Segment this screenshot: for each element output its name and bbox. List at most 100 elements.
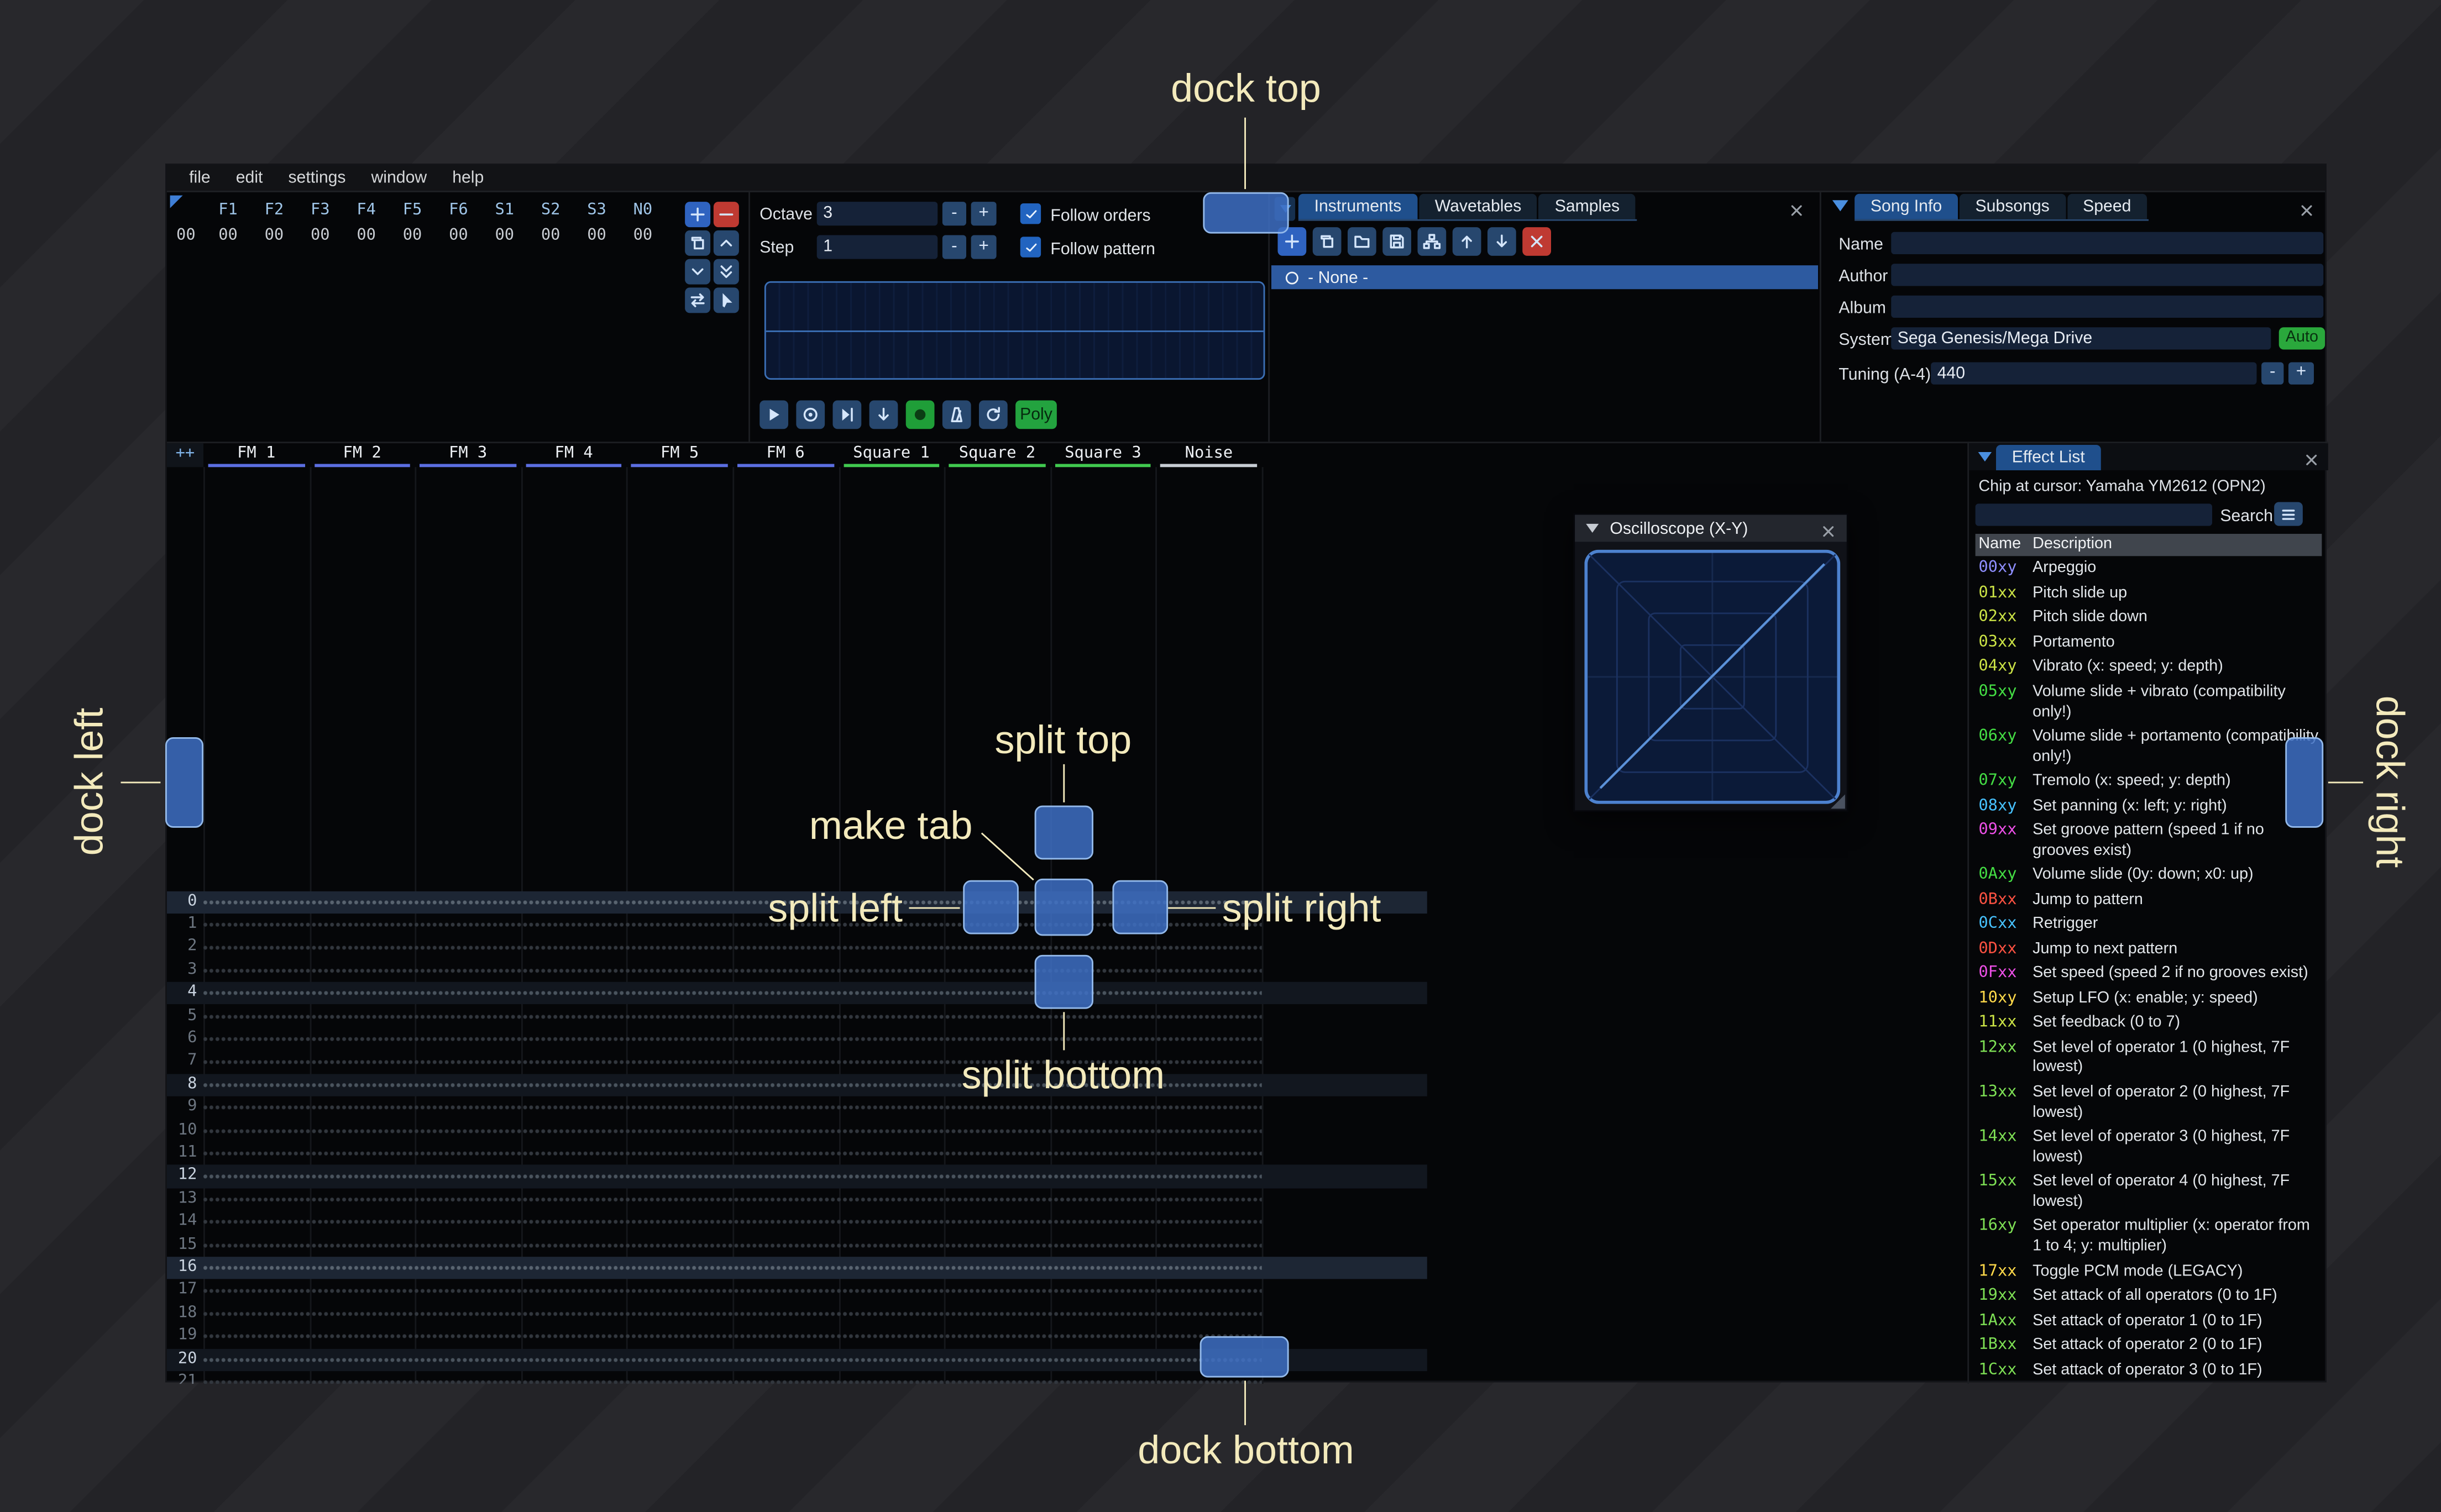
orders-column-header-S1[interactable]: S1 bbox=[481, 202, 527, 219]
menu-item-file[interactable]: file bbox=[176, 165, 223, 192]
effect-list-title-bar[interactable]: Effect List bbox=[1969, 443, 2328, 470]
play-pattern-button[interactable] bbox=[796, 400, 825, 429]
repeat-pattern-button[interactable] bbox=[979, 400, 1008, 429]
tuning-input[interactable]: 440 bbox=[1931, 362, 2257, 385]
octave-minus-button[interactable]: - bbox=[942, 202, 966, 226]
channel-header-noise[interactable]: Noise bbox=[1156, 443, 1261, 468]
delete-instrument-button[interactable] bbox=[1522, 227, 1551, 256]
effect-row-17xx[interactable]: 17xx Toggle PCM mode (LEGACY) bbox=[1969, 1261, 2328, 1285]
collapse-window-icon[interactable] bbox=[1832, 200, 1848, 212]
instrument-folders-button[interactable] bbox=[1417, 227, 1447, 256]
duplicate-order-button[interactable] bbox=[685, 230, 711, 256]
pattern-row[interactable] bbox=[203, 1302, 1262, 1325]
effect-row-02xx[interactable]: 02xx Pitch slide down bbox=[1969, 607, 2328, 632]
octave-plus-button[interactable]: + bbox=[971, 202, 997, 226]
instrument-list-item-none[interactable]: - None - bbox=[1271, 265, 1818, 290]
close-icon[interactable] bbox=[2303, 448, 2322, 468]
effect-row-10xy[interactable]: 10xy Setup LFO (x: enable; y: speed) bbox=[1969, 987, 2328, 1012]
step-input[interactable]: 1 bbox=[816, 235, 938, 259]
pattern-row[interactable] bbox=[203, 1233, 1262, 1257]
menu-item-help[interactable]: help bbox=[439, 165, 496, 192]
effect-row-1Axx[interactable]: 1Axx Set attack of operator 1 (0 to 1F) bbox=[1969, 1310, 2328, 1335]
pattern-row[interactable] bbox=[203, 1371, 1262, 1384]
duplicate-order-end-button[interactable] bbox=[713, 259, 739, 285]
close-icon[interactable] bbox=[1788, 198, 1807, 218]
orders-cell[interactable]: 00 bbox=[481, 227, 527, 245]
pattern-row[interactable] bbox=[203, 1142, 1262, 1166]
orders-cell[interactable]: 00 bbox=[528, 227, 574, 245]
effect-row-0Cxx[interactable]: 0Cxx Retrigger bbox=[1969, 914, 2328, 938]
orders-column-header-F2[interactable]: F2 bbox=[251, 202, 297, 219]
effect-row-06xy[interactable]: 06xy Volume slide + portamento (compatibi… bbox=[1969, 726, 2328, 770]
effect-row-0Fxx[interactable]: 0Fxx Set speed (speed 2 if no grooves exi… bbox=[1969, 963, 2328, 988]
effect-row-03xx[interactable]: 03xx Portamento bbox=[1969, 632, 2328, 657]
poly-button[interactable]: Poly bbox=[1015, 400, 1057, 429]
album-field[interactable] bbox=[1891, 295, 2324, 318]
step-minus-button[interactable]: - bbox=[942, 235, 966, 259]
orders-cell[interactable]: 00 bbox=[251, 227, 297, 245]
orders-column-header-S3[interactable]: S3 bbox=[574, 202, 620, 219]
pattern-options-button[interactable]: ++ bbox=[166, 443, 203, 468]
step-row-button[interactable] bbox=[869, 400, 898, 429]
remove-order-button[interactable] bbox=[713, 202, 739, 228]
menu-item-edit[interactable]: edit bbox=[223, 165, 276, 192]
tab-subsongs[interactable]: Subsongs bbox=[1959, 193, 2066, 219]
step-forward-button[interactable] bbox=[832, 400, 862, 429]
effect-row-00xy[interactable]: 00xy Arpeggio bbox=[1969, 558, 2328, 582]
pattern-row[interactable] bbox=[203, 1256, 1262, 1280]
orders-cell[interactable]: 00 bbox=[620, 227, 666, 245]
channel-header-fm-1[interactable]: FM 1 bbox=[203, 443, 309, 468]
channel-header-fm-2[interactable]: FM 2 bbox=[309, 443, 415, 468]
pattern-row[interactable] bbox=[203, 1027, 1262, 1051]
split-target-right[interactable] bbox=[1112, 880, 1169, 935]
octave-input[interactable]: 3 bbox=[816, 202, 938, 226]
save-instrument-button[interactable] bbox=[1382, 227, 1411, 256]
pattern-row[interactable] bbox=[203, 936, 1262, 959]
dock-target-top[interactable] bbox=[1203, 192, 1289, 234]
step-plus-button[interactable]: + bbox=[971, 235, 997, 259]
pattern-row[interactable] bbox=[203, 1348, 1262, 1371]
move-order-up-button[interactable] bbox=[713, 230, 739, 256]
piano-widget[interactable] bbox=[764, 281, 1265, 380]
orders-value-row[interactable]: 00 00 00 00 00 00 00 00 00 00 00 bbox=[167, 227, 666, 245]
effect-row-16xy[interactable]: 16xy Set operator multiplier (x: operator… bbox=[1969, 1216, 2328, 1261]
orders-column-header-S2[interactable]: S2 bbox=[528, 202, 574, 219]
effect-row-19xx[interactable]: 19xx Set attack of all operators (0 to 1F… bbox=[1969, 1285, 2328, 1310]
make-tab-target[interactable] bbox=[1034, 878, 1093, 936]
effect-row-0Axy[interactable]: 0Axy Volume slide (0y: down; x0: up) bbox=[1969, 864, 2328, 889]
orders-cell[interactable]: 00 bbox=[205, 227, 251, 245]
tuning-minus-button[interactable]: - bbox=[2261, 362, 2284, 385]
channel-header-fm-4[interactable]: FM 4 bbox=[521, 443, 626, 468]
auto-system-button[interactable]: Auto bbox=[2278, 327, 2325, 350]
orders-cell[interactable]: 00 bbox=[389, 227, 435, 245]
tab-effect-list[interactable]: Effect List bbox=[1996, 445, 2101, 470]
orders-column-header-F6[interactable]: F6 bbox=[436, 202, 481, 219]
system-select[interactable]: Sega Genesis/Mega Drive bbox=[1891, 327, 2271, 350]
orders-column-header-F4[interactable]: F4 bbox=[343, 202, 389, 219]
add-order-button[interactable] bbox=[685, 202, 711, 228]
channel-header-square-1[interactable]: Square 1 bbox=[839, 443, 944, 468]
pattern-row[interactable] bbox=[203, 1096, 1262, 1120]
effect-row-15xx[interactable]: 15xx Set level of operator 4 (0 highest, … bbox=[1969, 1171, 2328, 1216]
effect-row-0Bxx[interactable]: 0Bxx Jump to pattern bbox=[1969, 889, 2328, 914]
open-instrument-button[interactable] bbox=[1348, 227, 1376, 256]
tab-speed[interactable]: Speed bbox=[2067, 193, 2147, 219]
effect-row-12xx[interactable]: 12xx Set level of operator 1 (0 highest, … bbox=[1969, 1036, 2328, 1081]
channel-header-square-3[interactable]: Square 3 bbox=[1050, 443, 1156, 468]
dock-target-left[interactable] bbox=[165, 737, 203, 828]
effect-row-14xx[interactable]: 14xx Set level of operator 3 (0 highest, … bbox=[1969, 1126, 2328, 1171]
effect-row-13xx[interactable]: 13xx Set level of operator 2 (0 highest, … bbox=[1969, 1082, 2328, 1126]
orders-column-header-F1[interactable]: F1 bbox=[205, 202, 251, 219]
tuning-plus-button[interactable]: + bbox=[2288, 362, 2314, 385]
effect-row-09xx[interactable]: 09xx Set groove pattern (speed 1 if no gr… bbox=[1969, 820, 2328, 864]
orders-cell[interactable]: 00 bbox=[297, 227, 343, 245]
effect-row-11xx[interactable]: 11xx Set feedback (0 to 7) bbox=[1969, 1012, 2328, 1037]
collapse-window-icon[interactable] bbox=[1586, 523, 1599, 533]
play-button[interactable] bbox=[759, 400, 788, 429]
follow-pattern-checkbox[interactable] bbox=[1020, 237, 1041, 258]
change-all-orders-button[interactable] bbox=[685, 287, 711, 313]
close-icon[interactable] bbox=[2298, 198, 2317, 218]
orders-cell[interactable]: 00 bbox=[436, 227, 481, 245]
channel-header-square-2[interactable]: Square 2 bbox=[944, 443, 1050, 468]
pattern-row[interactable] bbox=[203, 1279, 1262, 1303]
